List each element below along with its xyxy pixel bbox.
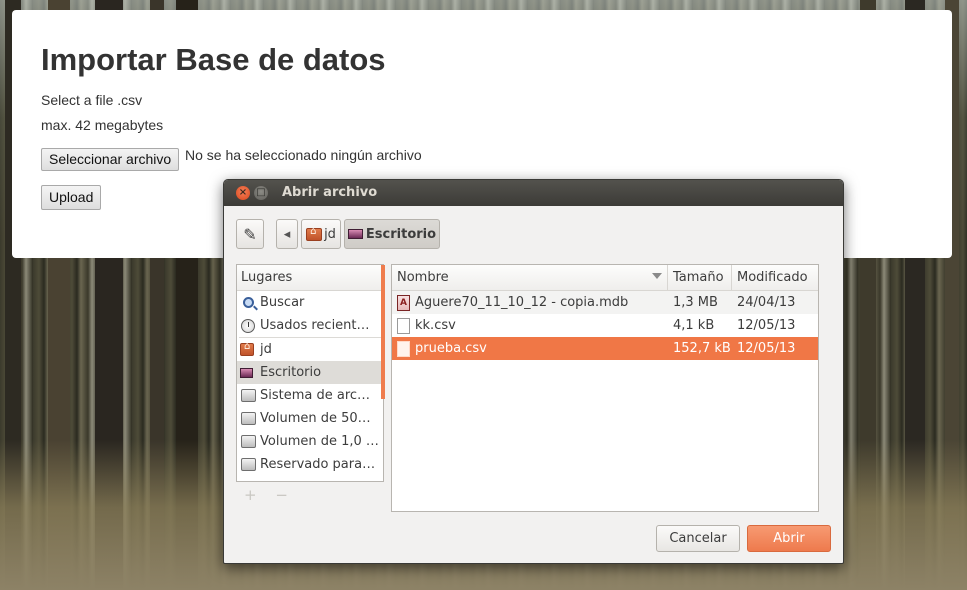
column-label: Modificado <box>737 270 808 285</box>
no-file-selected-text: No se ha seleccionado ningún archivo <box>185 147 422 163</box>
page-title: Importar Base de datos <box>41 42 386 77</box>
file-size: 4,1 kB <box>673 318 715 333</box>
places-add-remove: + − <box>244 486 288 504</box>
max-size-text: max. 42 megabytes <box>41 117 164 133</box>
file-row[interactable]: A Aguere70_11_10_12 - copia.mdb 1,3 MB 2… <box>392 291 818 314</box>
recent-icon <box>240 318 256 334</box>
column-header-size[interactable]: Tamaño <box>668 265 732 290</box>
cancel-button[interactable]: Cancelar <box>656 525 740 552</box>
select-file-text: Select a file .csv <box>41 92 143 108</box>
breadcrumb-escritorio[interactable]: Escritorio <box>344 219 440 249</box>
chevron-left-icon: ◂ <box>283 226 291 242</box>
close-window-button[interactable]: × <box>236 186 250 200</box>
desktop-icon <box>240 365 256 381</box>
place-item-volume-1[interactable]: Volumen de 1,0 … <box>237 430 383 453</box>
breadcrumb-jd[interactable]: jd <box>301 219 341 249</box>
column-label: Nombre <box>397 270 449 285</box>
open-button[interactable]: Abrir <box>747 525 831 552</box>
file-modified: 12/05/13 <box>737 318 796 333</box>
file-name: kk.csv <box>415 318 456 333</box>
place-label: Buscar <box>260 295 305 310</box>
place-label: Sistema de arc… <box>260 388 371 403</box>
dialog-title: Abrir archivo <box>282 185 378 200</box>
drive-icon <box>240 434 256 450</box>
breadcrumb-back-button[interactable]: ◂ <box>276 219 298 249</box>
places-header[interactable]: Lugares <box>237 265 383 291</box>
upload-button[interactable]: Upload <box>41 185 102 210</box>
place-label: Usados recient… <box>260 318 370 333</box>
file-modified: 12/05/13 <box>737 341 796 356</box>
file-name: prueba.csv <box>415 341 487 356</box>
text-file-icon <box>397 340 410 357</box>
type-location-button[interactable]: ✎ <box>236 219 264 249</box>
place-item-reserved[interactable]: Reservado para… <box>237 453 383 476</box>
places-panel: Lugares Buscar Usados recient… jd Escrit… <box>236 264 385 482</box>
sort-descending-icon <box>652 273 662 279</box>
file-size: 1,3 MB <box>673 295 718 310</box>
file-row-selected[interactable]: prueba.csv 152,7 kB 12/05/13 <box>392 337 818 360</box>
desktop-icon <box>347 229 363 239</box>
place-item-escritorio[interactable]: Escritorio <box>237 361 383 384</box>
add-place-button[interactable]: + <box>244 486 257 504</box>
home-folder-icon <box>240 341 256 358</box>
place-item-buscar[interactable]: Buscar <box>237 291 383 314</box>
breadcrumb-label: jd <box>324 226 336 242</box>
pencil-icon: ✎ <box>243 224 257 244</box>
place-label: Volumen de 1,0 … <box>260 434 379 449</box>
column-header-modified[interactable]: Modificado <box>732 265 818 290</box>
choose-file-button[interactable]: Seleccionar archivo <box>41 148 180 171</box>
drive-icon <box>240 388 256 404</box>
place-label: Escritorio <box>260 365 322 380</box>
place-label: Reservado para… <box>260 457 376 472</box>
place-label: Volumen de 50… <box>260 411 371 426</box>
place-label: jd <box>260 342 272 357</box>
places-scrollbar[interactable] <box>381 265 385 399</box>
access-db-icon: A <box>397 294 410 311</box>
dialog-titlebar[interactable]: × □ Abrir archivo <box>224 180 843 206</box>
file-name: Aguere70_11_10_12 - copia.mdb <box>415 295 629 310</box>
place-item-jd[interactable]: jd <box>237 338 383 361</box>
place-item-volume-50[interactable]: Volumen de 50… <box>237 407 383 430</box>
home-folder-icon <box>306 226 323 241</box>
file-list: Nombre Tamaño Modificado A Aguere70_11_1… <box>391 264 819 512</box>
file-size: 152,7 kB <box>673 341 731 356</box>
maximize-window-button[interactable]: □ <box>254 186 268 200</box>
close-icon: × <box>238 187 248 198</box>
column-header-name[interactable]: Nombre <box>392 265 668 290</box>
open-file-dialog: × □ Abrir archivo ✎ ◂ jd Escritorio Luga… <box>223 179 844 564</box>
drive-icon <box>240 457 256 473</box>
drive-icon <box>240 411 256 427</box>
place-item-recent[interactable]: Usados recient… <box>237 314 383 337</box>
text-file-icon <box>397 317 410 334</box>
file-modified: 24/04/13 <box>737 295 796 310</box>
remove-place-button[interactable]: − <box>275 486 288 504</box>
file-row[interactable]: kk.csv 4,1 kB 12/05/13 <box>392 314 818 337</box>
breadcrumb-label: Escritorio <box>365 226 437 242</box>
maximize-icon: □ <box>256 187 266 198</box>
file-list-header: Nombre Tamaño Modificado <box>392 265 818 291</box>
search-icon <box>240 295 256 311</box>
place-item-filesystem[interactable]: Sistema de arc… <box>237 384 383 407</box>
column-label: Tamaño <box>673 270 724 285</box>
